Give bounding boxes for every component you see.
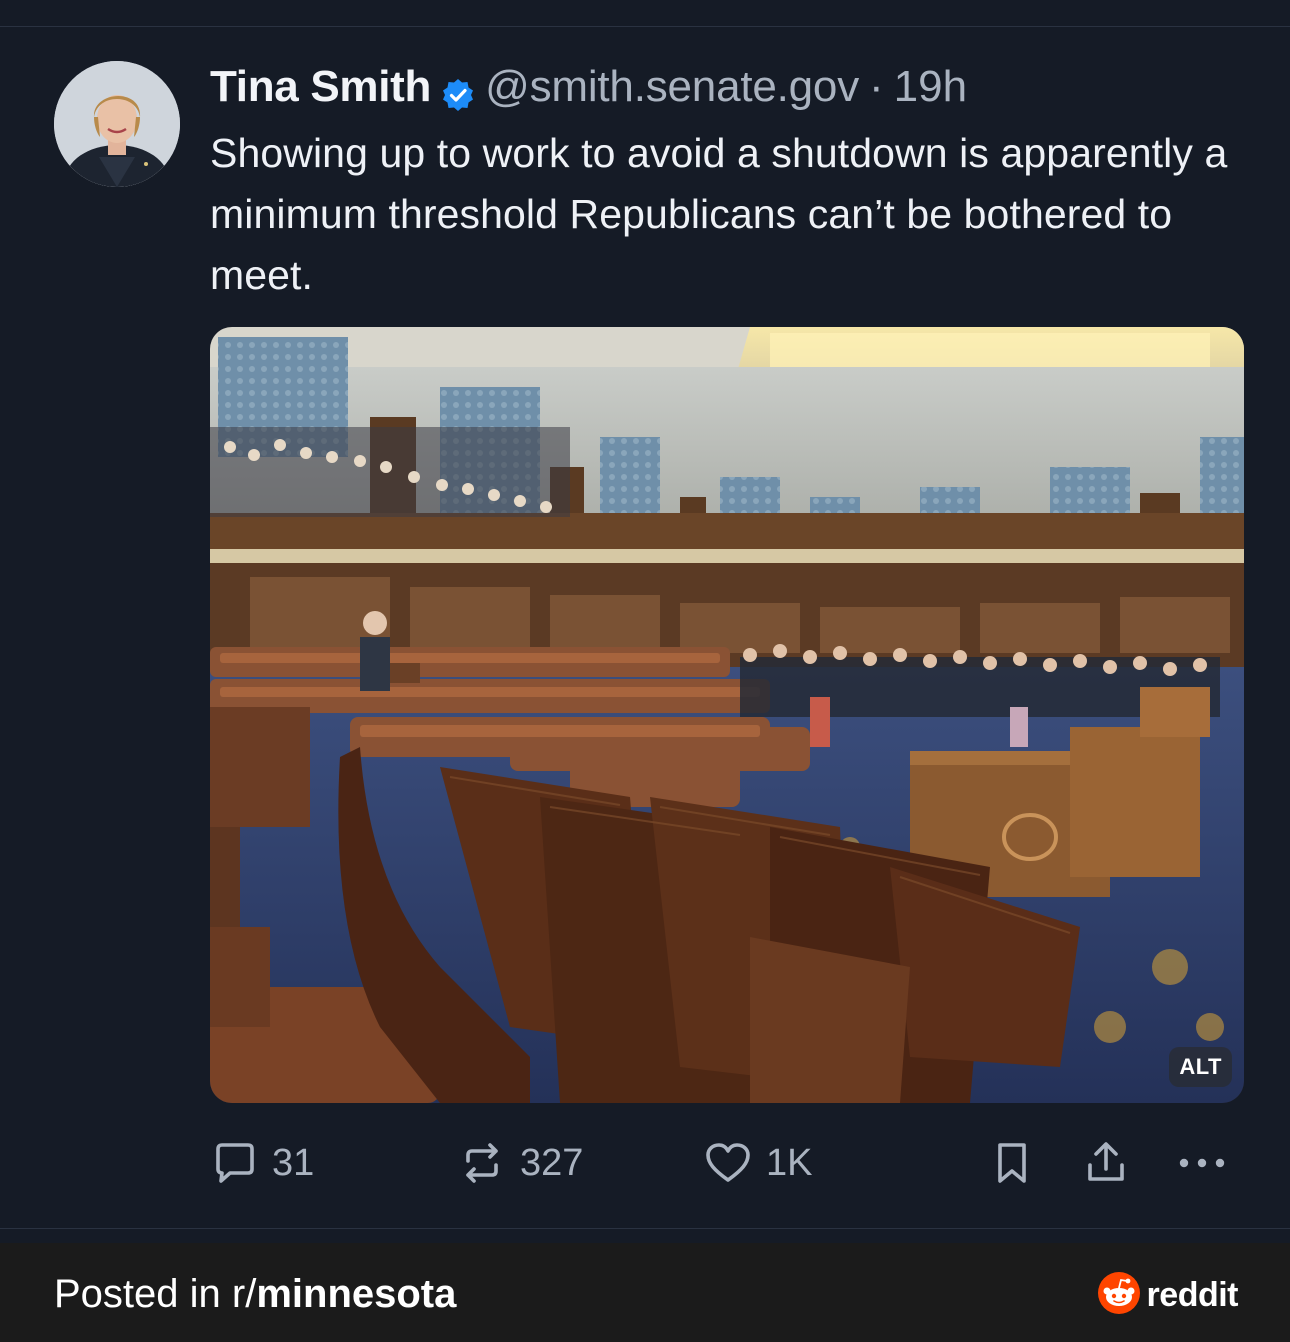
post-timestamp[interactable]: 19h — [894, 59, 967, 115]
avatar[interactable] — [54, 61, 180, 187]
like-button[interactable]: 1K — [704, 1135, 812, 1191]
reply-button[interactable]: 31 — [210, 1135, 314, 1191]
post-image[interactable]: ALT — [210, 327, 1244, 1103]
reply-icon — [210, 1139, 258, 1187]
posted-in-prefix: Posted in r/ — [54, 1272, 257, 1316]
post-body-text: Showing up to work to avoid a shutdown i… — [210, 130, 1228, 298]
bottom-divider — [0, 1228, 1290, 1229]
reddit-snoo-icon — [1097, 1271, 1141, 1320]
repost-button[interactable]: 327 — [458, 1135, 583, 1191]
repost-icon — [458, 1139, 506, 1187]
screenshot-page: Tina Smith @smith.senate.gov · 19h Showi… — [0, 0, 1290, 1342]
reddit-wordmark: reddit — [1146, 1275, 1239, 1314]
post-header: Tina Smith @smith.senate.gov · 19h — [210, 59, 967, 115]
post-actions: 31 327 1K — [210, 1135, 1240, 1191]
alt-text-button[interactable]: ALT — [1169, 1047, 1232, 1087]
more-options-icon — [1176, 1139, 1228, 1187]
avatar-portrait-image — [54, 61, 180, 187]
author-name[interactable]: Tina Smith — [210, 59, 431, 115]
bookmark-button[interactable] — [988, 1135, 1036, 1191]
posted-in-label[interactable]: Posted in r/minnesota — [54, 1269, 456, 1319]
reddit-logo[interactable]: reddit — [1097, 1271, 1239, 1320]
verified-badge-icon — [441, 70, 475, 111]
subreddit-name[interactable]: minnesota — [256, 1272, 456, 1316]
header-separator: · — [869, 62, 884, 111]
repost-count: 327 — [520, 1141, 584, 1184]
like-count: 1K — [766, 1141, 813, 1184]
social-post[interactable]: Tina Smith @smith.senate.gov · 19h Showi… — [0, 27, 1290, 1229]
heart-icon — [704, 1139, 752, 1187]
reddit-footer: Posted in r/minnesota reddit — [0, 1243, 1290, 1342]
author-handle[interactable]: @smith.senate.gov — [485, 59, 859, 115]
house-chamber-photo — [210, 327, 1244, 1103]
share-button[interactable] — [1082, 1135, 1130, 1191]
more-options-button[interactable] — [1176, 1135, 1228, 1191]
reply-count: 31 — [272, 1141, 315, 1184]
bookmark-icon — [988, 1139, 1036, 1187]
share-icon — [1082, 1139, 1130, 1187]
